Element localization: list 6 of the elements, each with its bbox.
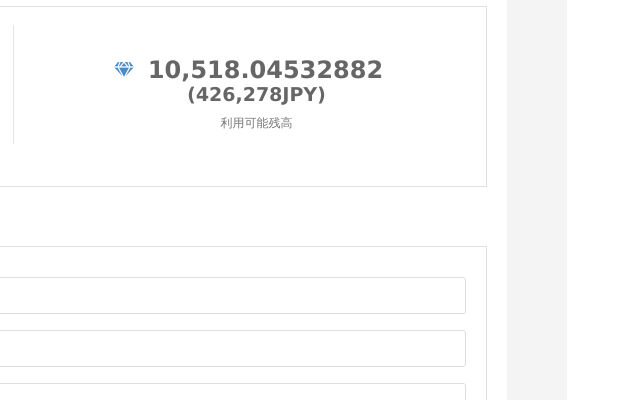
input-field[interactable] [0,330,466,367]
balance-amount: 10,518.04532882 [148,56,384,84]
diamond-icon [114,61,134,79]
balance-label: 利用可能残高 [220,115,292,132]
input-field[interactable] [0,277,466,314]
converted-amount: (426,278JPY) [187,84,326,106]
